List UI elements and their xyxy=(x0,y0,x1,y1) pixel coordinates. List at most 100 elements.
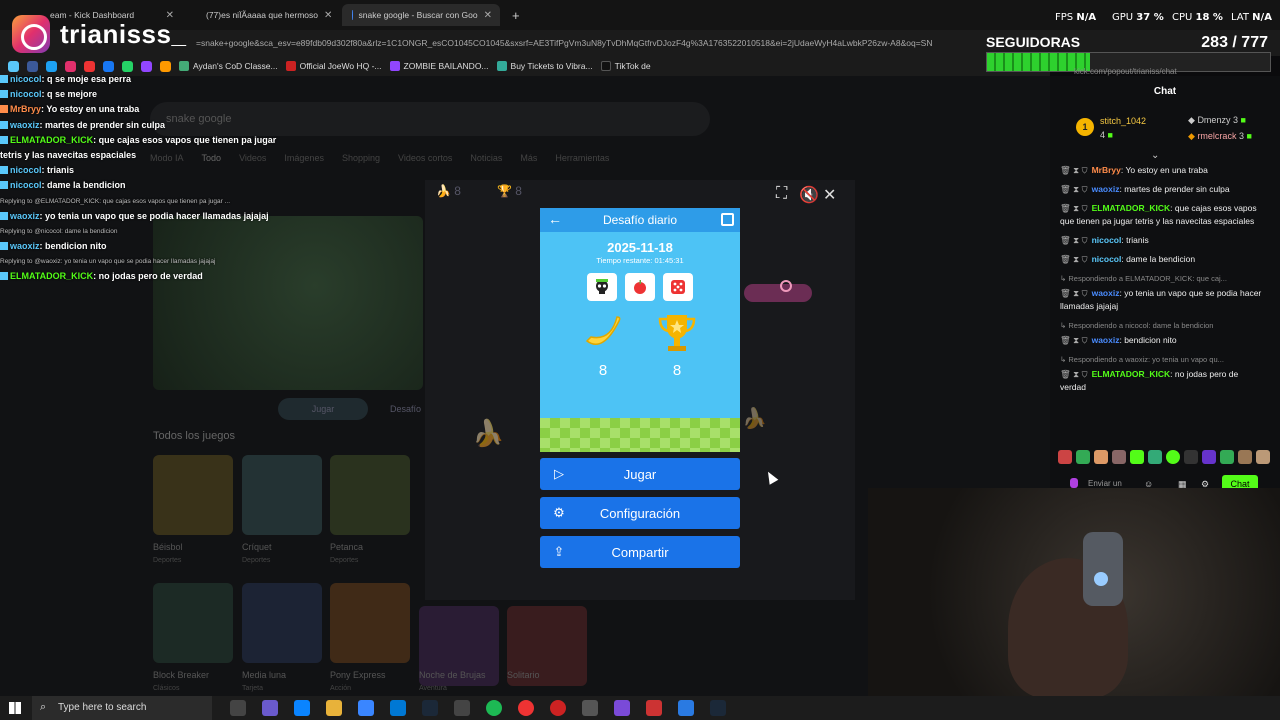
store-icon[interactable] xyxy=(358,700,374,716)
new-tab-button[interactable]: + xyxy=(502,4,522,26)
chat-username[interactable]: nicocol xyxy=(10,89,42,99)
app-icon[interactable] xyxy=(646,700,662,716)
google-challenge-link[interactable]: Desafío xyxy=(390,404,421,414)
emote-icon[interactable] xyxy=(1148,450,1162,464)
play-button[interactable]: ▷ Jugar xyxy=(540,458,740,490)
tab-youtube[interactable]: (77)es niÏÃaaaa que hermoso ✕ xyxy=(190,4,340,26)
game-card-baseball[interactable] xyxy=(153,455,233,535)
tab-news[interactable]: Noticias xyxy=(470,153,502,163)
bookmark-zombie-bailando[interactable]: ZOMBIE BAILANDO... xyxy=(389,61,489,71)
chat-username[interactable]: ELMATADOR_KICK xyxy=(10,135,93,145)
emote-icon[interactable] xyxy=(1202,450,1216,464)
emote-icon[interactable] xyxy=(1076,450,1090,464)
daily-challenge-title: Desafío diario xyxy=(602,213,678,227)
moderation-tools-icon[interactable]: 🗑 ⧗ ⛉ xyxy=(1060,203,1088,213)
chat-username[interactable]: waoxiz xyxy=(1092,335,1120,345)
tab-short-videos[interactable]: Videos cortos xyxy=(398,153,452,163)
game-card-half-moon[interactable] xyxy=(242,583,322,663)
arrow-left-icon[interactable]: ← xyxy=(548,211,562,227)
settings-button[interactable]: ⚙ Configuración xyxy=(540,497,740,529)
emote-icon[interactable] xyxy=(1238,450,1252,464)
emote-icon[interactable] xyxy=(1112,450,1126,464)
calendar-icon[interactable] xyxy=(721,213,734,226)
windows-start-icon[interactable] xyxy=(9,702,21,714)
moderation-tools-icon[interactable]: 🗑 ⧗ ⛉ xyxy=(1060,254,1088,264)
chat-username[interactable]: waoxiz xyxy=(10,120,40,130)
chat-username[interactable]: waoxiz xyxy=(1092,184,1120,194)
close-icon[interactable]: ✕ xyxy=(484,10,492,21)
messenger-icon[interactable] xyxy=(103,60,114,72)
moderation-tools-icon[interactable]: 🗑 ⧗ ⛉ xyxy=(1060,288,1088,298)
chat-username[interactable]: nicocol xyxy=(10,180,42,190)
spotify-icon[interactable] xyxy=(486,700,502,716)
chat-username[interactable]: nicocol xyxy=(1092,235,1122,245)
opera-icon[interactable] xyxy=(550,700,566,716)
chat-username[interactable]: waoxiz xyxy=(10,241,40,251)
edge-icon[interactable] xyxy=(294,700,310,716)
instagram-icon[interactable] xyxy=(65,60,76,72)
bookmark-joewo-hq[interactable]: Official JoeWo HQ -... xyxy=(285,61,382,71)
twitter-icon[interactable] xyxy=(46,60,57,72)
chrome-icon[interactable] xyxy=(518,700,534,716)
app-icon[interactable] xyxy=(454,700,470,716)
chat-username[interactable]: ELMATADOR_KICK xyxy=(10,271,93,281)
facebook-icon[interactable] xyxy=(27,60,38,72)
emote-icon[interactable] xyxy=(1058,450,1072,464)
game-card-cricket[interactable] xyxy=(242,455,322,535)
chat-username[interactable]: nicocol xyxy=(1092,254,1122,264)
outlook-icon[interactable] xyxy=(390,700,406,716)
kick-icon[interactable] xyxy=(8,60,19,72)
bookmark-tiktok[interactable]: TikTok de xyxy=(600,61,651,71)
chat-username[interactable]: MrBryy xyxy=(10,104,41,114)
emote-icon[interactable] xyxy=(1184,450,1198,464)
chat-username[interactable]: waoxiz xyxy=(1092,288,1120,298)
moderation-tools-icon[interactable]: 🗑 ⧗ ⛉ xyxy=(1060,235,1088,245)
taskbar-search[interactable]: ⌕ Type here to search xyxy=(32,696,212,720)
discord-icon[interactable] xyxy=(614,700,630,716)
task-view-icon[interactable] xyxy=(230,700,246,716)
moderation-tools-icon[interactable]: 🗑 ⧗ ⛉ xyxy=(1060,335,1088,345)
emote-icon[interactable] xyxy=(1130,450,1144,464)
chevron-down-icon[interactable]: ⌄ xyxy=(1151,150,1159,161)
file-explorer-icon[interactable] xyxy=(326,700,342,716)
chat-username[interactable]: nicocol xyxy=(10,74,42,84)
chat-username[interactable]: ELMATADOR_KICK xyxy=(1092,203,1171,213)
moderation-tools-icon[interactable]: 🗑 ⧗ ⛉ xyxy=(1060,165,1088,175)
copilot-icon[interactable] xyxy=(262,700,278,716)
share-button[interactable]: ⇪ Compartir xyxy=(540,536,740,568)
fullscreen-icon[interactable]: ⛶ xyxy=(776,185,787,203)
tab-shopping[interactable]: Shopping xyxy=(342,153,380,163)
game-card-petanque[interactable] xyxy=(330,455,410,535)
whatsapp-icon[interactable] xyxy=(122,60,133,72)
steam-icon[interactable] xyxy=(710,700,726,716)
url-field[interactable]: =snake+google&sca_esv=e89fdb09d302f80a&r… xyxy=(196,38,976,48)
emote-icon[interactable] xyxy=(1094,450,1108,464)
mute-icon[interactable]: 🔇 xyxy=(799,185,819,205)
chat-username[interactable]: MrBryy xyxy=(1092,165,1121,175)
bookmark-aydans-cod[interactable]: Aydan's CoD Classe... xyxy=(179,61,278,71)
close-icon[interactable]: ✕ xyxy=(823,185,836,205)
bookmark-icon[interactable] xyxy=(160,60,171,72)
app-icon[interactable] xyxy=(678,700,694,716)
game-card-pony-express[interactable] xyxy=(330,583,410,663)
emote-icon[interactable] xyxy=(1220,450,1234,464)
tab-google-snake[interactable]: snake google - Buscar con Goo ✕ xyxy=(342,4,500,26)
tab-more[interactable]: Más xyxy=(520,153,537,163)
google-play-button[interactable]: Jugar xyxy=(278,398,368,420)
chat-username[interactable]: ELMATADOR_KICK xyxy=(1092,369,1171,379)
close-icon[interactable]: ✕ xyxy=(324,10,332,21)
bookmark-buy-tickets[interactable]: Buy Tickets to Vibra... xyxy=(496,61,593,71)
moderation-tools-icon[interactable]: 🗑 ⧗ ⛉ xyxy=(1060,184,1088,194)
twitch-icon[interactable] xyxy=(141,60,152,72)
app-icon[interactable] xyxy=(582,700,598,716)
moderation-tools-icon[interactable]: 🗑 ⧗ ⛉ xyxy=(1060,369,1088,379)
emote-icon[interactable] xyxy=(1166,450,1180,464)
youtube-icon[interactable] xyxy=(84,60,95,72)
chat-username[interactable]: nicocol xyxy=(10,165,42,175)
game-card-block-breaker[interactable] xyxy=(153,583,233,663)
microphone-icon[interactable] xyxy=(1070,478,1078,488)
chat-username[interactable]: waoxiz xyxy=(10,211,40,221)
steam-icon[interactable] xyxy=(422,700,438,716)
tab-tools[interactable]: Herramientas xyxy=(555,153,609,163)
emote-icon[interactable] xyxy=(1256,450,1270,464)
